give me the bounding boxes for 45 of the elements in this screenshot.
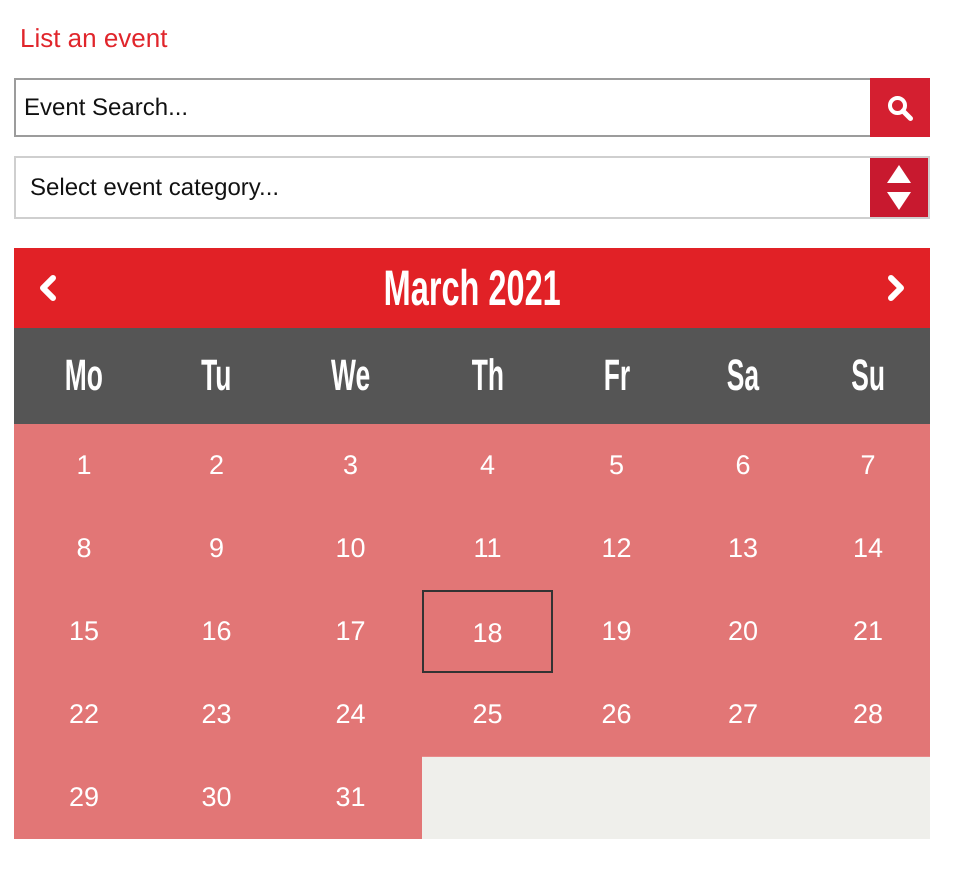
day-cell[interactable]: 4	[422, 424, 553, 507]
day-cell[interactable]: 24	[279, 673, 422, 756]
day-cell[interactable]: 14	[806, 507, 930, 590]
search-button[interactable]	[870, 78, 930, 137]
day-cell[interactable]: 1	[14, 424, 154, 507]
day-cell[interactable]: 17	[279, 590, 422, 673]
weekday-label: Tu	[201, 352, 232, 400]
day-cell[interactable]: 26	[553, 673, 680, 756]
weekday-label: We	[330, 352, 370, 400]
day-cell[interactable]: 5	[553, 424, 680, 507]
day-cell[interactable]: 2	[154, 424, 279, 507]
day-cell[interactable]: 16	[154, 590, 279, 673]
month-title: March 2021	[383, 261, 561, 315]
day-cell[interactable]: 11	[422, 507, 553, 590]
day-cell[interactable]: 25	[422, 673, 553, 756]
day-cell[interactable]: 18	[422, 590, 553, 673]
search-field[interactable]: Event Search...	[14, 78, 870, 137]
day-cell[interactable]: 27	[680, 673, 806, 756]
category-select[interactable]: Select event category...	[14, 156, 930, 219]
day-cell[interactable]: 30	[154, 756, 279, 839]
weekday-label: Sa	[726, 352, 760, 400]
day-cell[interactable]: 7	[806, 424, 930, 507]
day-cell[interactable]: 31	[279, 756, 422, 839]
day-cell[interactable]: 15	[14, 590, 154, 673]
day-cell[interactable]: 8	[14, 507, 154, 590]
up-down-arrows-icon	[870, 158, 928, 217]
weekday-label: Mo	[64, 352, 104, 400]
day-cell[interactable]: 20	[680, 590, 806, 673]
search-icon	[887, 94, 913, 120]
list-event-link[interactable]: List an event	[20, 20, 168, 56]
day-cell[interactable]: 12	[553, 507, 680, 590]
day-cell[interactable]: 6	[680, 424, 806, 507]
day-cell[interactable]: 13	[680, 507, 806, 590]
day-cell[interactable]: 19	[553, 590, 680, 673]
day-cell[interactable]: 21	[806, 590, 930, 673]
day-cell[interactable]: 29	[14, 756, 154, 839]
day-cell[interactable]: 3	[279, 424, 422, 507]
weekday-label: Su	[851, 352, 885, 400]
day-cell[interactable]: 10	[279, 507, 422, 590]
weekday-label: Th	[471, 352, 504, 400]
day-cell[interactable]: 9	[154, 507, 279, 590]
weekday-label: Fr	[603, 352, 630, 400]
day-cell[interactable]: 28	[806, 673, 930, 756]
day-cell[interactable]: 22	[14, 673, 154, 756]
day-cell[interactable]: 23	[154, 673, 279, 756]
